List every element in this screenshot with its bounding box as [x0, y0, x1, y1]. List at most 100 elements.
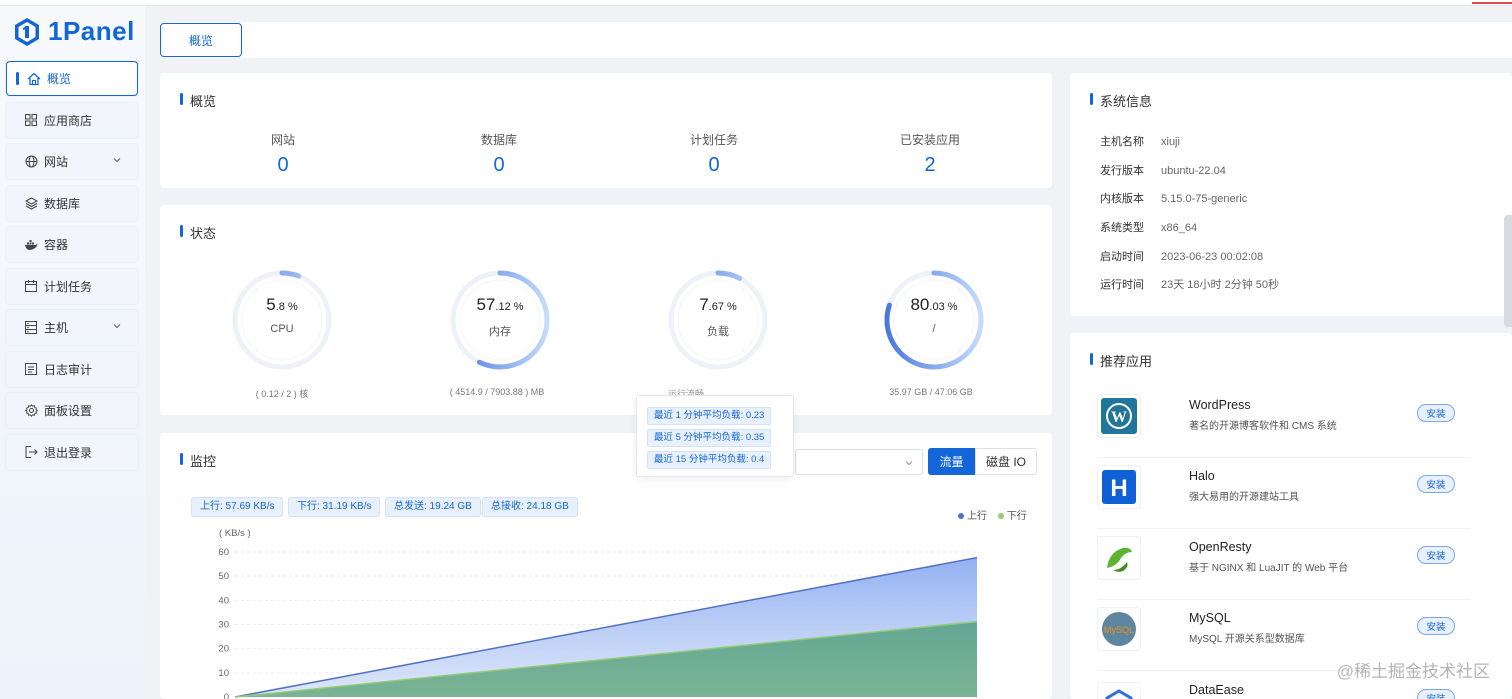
install-button[interactable]: 安装	[1417, 475, 1455, 493]
overview-value: 0	[493, 154, 505, 176]
overview-websites[interactable]: 网站 0	[223, 131, 343, 177]
legend-dot	[958, 513, 964, 519]
gauge-name: /	[932, 323, 936, 335]
sidebar-item-label: 日志审计	[44, 362, 93, 377]
recommended-apps-title: 推荐应用	[1090, 351, 1152, 370]
disk-io-button[interactable]: 磁盘 IO	[975, 448, 1037, 475]
logo[interactable]: 1Panel	[12, 16, 135, 47]
logo-icon	[15, 17, 39, 46]
total-received-chip: 总接收: 24.18 GB	[482, 497, 578, 517]
overview-cron[interactable]: 计划任务 0	[654, 131, 774, 177]
app-name: DataEase	[1189, 683, 1244, 697]
info-uptime: 运行时间 23天 18小时 2分钟 50秒	[1100, 279, 1279, 291]
log-icon	[24, 362, 38, 376]
calendar-icon	[24, 279, 38, 293]
sidebar-item-log-audit[interactable]: 日志审计	[6, 351, 138, 387]
sidebar-item-website[interactable]: 网站	[6, 144, 138, 179]
openresty-icon	[1097, 536, 1141, 580]
wordpress-icon: W	[1097, 394, 1141, 438]
memory-gauge[interactable]: 57.12 % 内存	[445, 265, 555, 375]
overview-value: 2	[924, 154, 936, 176]
dataease-icon	[1097, 682, 1141, 699]
chevron-down-icon	[905, 461, 913, 466]
install-button[interactable]: 安装	[1417, 404, 1455, 422]
legend-item-download[interactable]: 下行	[997, 511, 1027, 522]
y-tick-label: 10	[218, 668, 229, 679]
sidebar-item-overview[interactable]: 概览	[6, 61, 138, 96]
y-tick-label: 0	[224, 692, 229, 699]
network-chart: ( KB/s ) 0 10 20 30 40 50 60	[218, 528, 978, 699]
sidebar-item-host[interactable]: 主机	[6, 310, 138, 345]
gauge-value: 7.67 %	[699, 295, 737, 314]
app-item-wordpress[interactable]: W WordPress 著名的开源博客软件和 CMS 系统 安装	[1097, 386, 1471, 458]
gauge-ring	[668, 270, 768, 370]
info-distro: 发行版本 ubuntu-22.04	[1100, 165, 1226, 177]
y-tick-label: 50	[218, 571, 229, 582]
sidebar-item-logout[interactable]: 退出登录	[6, 434, 138, 470]
app-desc: 强大易用的开源建站工具	[1189, 492, 1299, 503]
scrollbar[interactable]	[1504, 215, 1512, 327]
download-chip: 下行: 31.19 KB/s	[288, 497, 381, 517]
logo-text: 1Panel	[48, 16, 135, 46]
info-arch: 系统类型 x86_64	[1100, 222, 1198, 234]
gauge-value: 80.03 %	[910, 295, 958, 314]
tab-overview[interactable]: 概览	[160, 23, 242, 57]
load-gauge[interactable]: 7.67 % 负载	[663, 265, 773, 375]
y-tick-label: 40	[218, 595, 229, 606]
sidebar-item-panel-settings[interactable]: 面板设置	[6, 393, 138, 428]
tooltip-line: 最近 1 分钟平均负载: 0.23	[647, 407, 772, 425]
gauge-name: 负载	[707, 326, 729, 338]
status-title: 状态	[180, 223, 216, 242]
network-select[interactable]	[795, 449, 923, 475]
load-tooltip: 最近 1 分钟平均负载: 0.23 最近 5 分钟平均负载: 0.35 最近 1…	[636, 395, 794, 477]
monitor-card: 监控 流量 磁盘 IO 上行: 57.69 KB/s 下行: 31.19 KB/…	[160, 433, 1052, 699]
legend-item-upload[interactable]: 上行	[958, 511, 987, 522]
gauge-sub: ( 0.12 / 2 ) 核	[255, 389, 309, 399]
install-button[interactable]: 安装	[1417, 546, 1455, 564]
svg-text:H: H	[1110, 475, 1127, 502]
tooltip-line: 最近 15 分钟平均负载: 0.4	[647, 451, 772, 469]
globe-icon	[24, 155, 38, 169]
tooltip-line: 最近 5 分钟平均负载: 0.35	[647, 429, 772, 447]
overview-installed-apps[interactable]: 已安装应用 2	[870, 131, 990, 177]
system-info-card: 系统信息 主机名称 xiuji 发行版本 ubuntu-22.04 内核版本 5.15…	[1070, 73, 1512, 316]
sidebar-item-label: 应用商店	[44, 113, 93, 128]
overview-label: 网站	[270, 133, 295, 147]
gauge-sub: ( 4514.9 / 7903.88 ) MB	[449, 387, 545, 397]
sidebar-item-cron[interactable]: 计划任务	[6, 268, 138, 304]
gauge-name: 内存	[489, 326, 511, 338]
tab-bar: 概览	[160, 22, 1512, 58]
top-line	[0, 0, 1512, 6]
sidebar-item-label: 概览	[47, 72, 72, 86]
sidebar-item-label: 数据库	[44, 196, 81, 211]
traffic-button[interactable]: 流量	[928, 448, 975, 475]
gauge-value: 57.12 %	[476, 295, 524, 314]
system-info-title: 系统信息	[1090, 91, 1152, 110]
gauge-sub: 35.97 GB / 47.06 GB	[889, 387, 973, 397]
sidebar-item-database[interactable]: 数据库	[6, 185, 138, 221]
app-item-halo[interactable]: H Halo 强大易用的开源建站工具 安装	[1097, 457, 1471, 529]
cpu-gauge[interactable]: 5.8 % CPU	[227, 265, 337, 375]
sidebar: 1Panel 概览 应用商店 网站 数据库 容器 计划任务 主机 日志审计 面板…	[0, 6, 145, 699]
overview-databases[interactable]: 数据库 0	[439, 131, 559, 177]
total-sent-chip: 总发送: 19.24 GB	[385, 497, 481, 517]
sidebar-item-container[interactable]: 容器	[6, 227, 138, 262]
y-tick-label: 20	[218, 644, 229, 655]
gauge-inner	[677, 279, 759, 361]
sidebar-item-label: 网站	[44, 155, 69, 169]
gauge-inner	[241, 279, 323, 361]
y-tick-label: 30	[218, 620, 229, 631]
install-button[interactable]: 安装	[1417, 617, 1455, 635]
install-button[interactable]: 安装	[1417, 689, 1455, 699]
gauge-ring	[884, 270, 984, 370]
sidebar-item-label: 计划任务	[44, 279, 93, 294]
chevron-down-icon	[113, 158, 121, 163]
app-item-openresty[interactable]: OpenResty 基于 NGINX 和 LuaJIT 的 Web 平台 安装	[1097, 528, 1471, 600]
sidebar-item-app-store[interactable]: 应用商店	[6, 102, 138, 138]
svg-text:W: W	[1111, 409, 1127, 426]
app-name: Halo	[1189, 469, 1215, 483]
sidebar-item-label: 主机	[44, 321, 69, 335]
disk-gauge[interactable]: 80.03 % /	[879, 265, 989, 375]
info-boot-time: 启动时间 2023-06-23 00:02:08	[1100, 251, 1264, 263]
overview-value: 0	[277, 154, 289, 176]
